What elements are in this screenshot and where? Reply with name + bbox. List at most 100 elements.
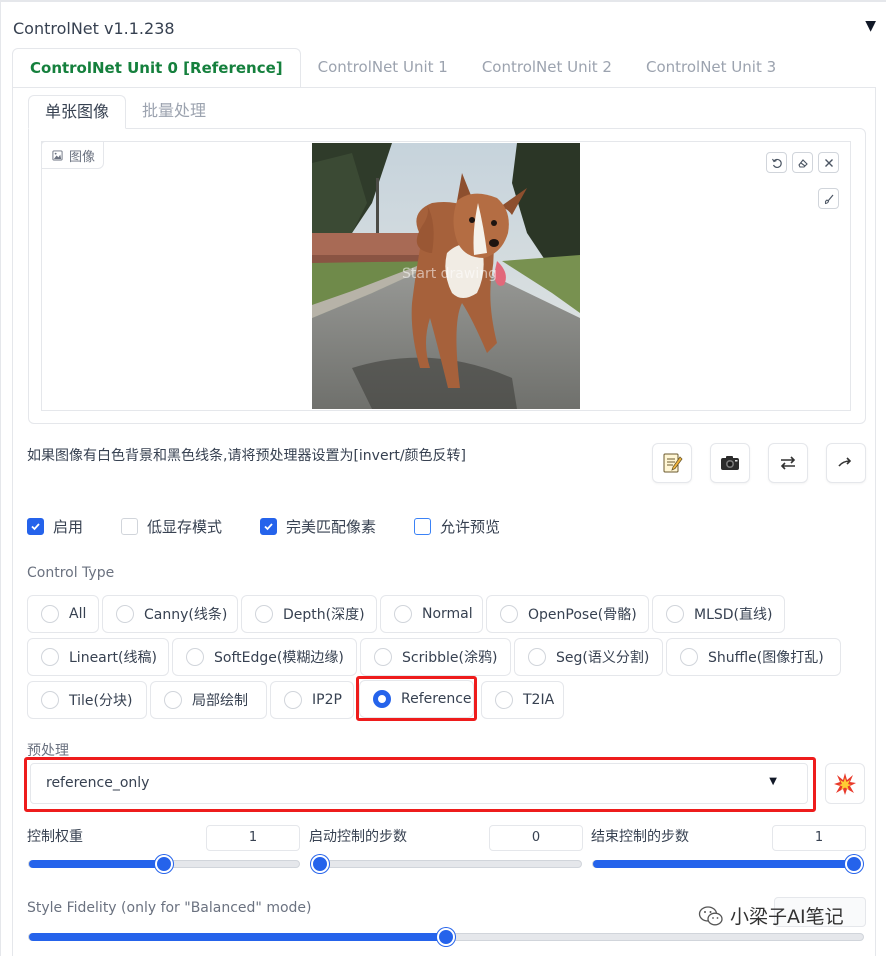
control-type-lineart[interactable]: Lineart(线稿) <box>27 638 169 676</box>
start-step-slider-thumb[interactable] <box>311 855 329 873</box>
control-type-ip2p[interactable]: IP2P <box>270 681 354 719</box>
pixel-perfect-checkbox[interactable]: 完美匹配像素 <box>260 515 376 537</box>
start-step-label: 启动控制的步数 <box>309 829 407 845</box>
radio-icon <box>164 691 182 709</box>
radio-icon <box>284 691 302 709</box>
control-type-seg[interactable]: Seg(语义分割) <box>514 638 663 676</box>
brush-icon[interactable] <box>818 188 839 209</box>
pixel-perfect-label: 完美匹配像素 <box>286 517 377 536</box>
start-step-slider[interactable] <box>310 855 582 873</box>
weight-slider[interactable] <box>28 855 300 873</box>
radio-label: Lineart(线稿) <box>69 650 157 666</box>
control-type-all[interactable]: All <box>27 595 99 633</box>
checkbox-checked-icon <box>27 517 44 535</box>
radio-label: T2IA <box>523 692 555 708</box>
radio-label: MLSD(直线) <box>694 607 773 623</box>
radio-icon <box>116 605 134 623</box>
control-type-openpose[interactable]: OpenPose(骨骼) <box>486 595 649 633</box>
panel-title: ControlNet v1.1.238 <box>13 19 175 38</box>
allow-preview-checkbox[interactable]: 允许预览 <box>414 515 500 537</box>
image-icon <box>52 149 63 161</box>
control-type-tile[interactable]: Tile(分块) <box>27 681 147 719</box>
end-step-slider[interactable] <box>592 855 864 873</box>
options-row: 启用 低显存模式 完美匹配像素 允许预览 <box>27 515 500 537</box>
control-type-softedge[interactable]: SoftEdge(模糊边缘) <box>172 638 357 676</box>
radio-icon <box>41 605 59 623</box>
tab-unit-2[interactable]: ControlNet Unit 2 <box>465 48 629 88</box>
end-step-slider-thumb[interactable] <box>845 855 863 873</box>
radio-icon <box>186 648 204 666</box>
end-step-label: 结束控制的步数 <box>591 829 689 845</box>
control-type-mlsd[interactable]: MLSD(直线) <box>652 595 785 633</box>
radio-icon <box>394 605 412 623</box>
checkbox-empty-icon <box>121 517 139 535</box>
unit-tabs: ControlNet Unit 0 [Reference] ControlNet… <box>12 48 793 88</box>
new-canvas-button[interactable] <box>652 443 692 483</box>
weight-slider-fill <box>29 860 164 868</box>
mirror-webcam-button[interactable] <box>768 443 808 483</box>
watermark: 小梁子AI笔记 <box>698 902 844 929</box>
start-step-input[interactable]: 0 <box>489 825 583 851</box>
control-type-inpaint[interactable]: 局部绘制 <box>150 681 267 719</box>
corner-arrow-icon <box>838 457 852 467</box>
eraser-icon[interactable] <box>792 152 813 173</box>
radio-label: OpenPose(骨骼) <box>528 607 637 623</box>
checkbox-checked-icon <box>260 517 278 535</box>
radio-label: IP2P <box>312 692 342 708</box>
control-type-scribble[interactable]: Scribble(涂鸦) <box>360 638 511 676</box>
enable-label: 启用 <box>53 517 84 536</box>
weight-input[interactable]: 1 <box>206 825 300 851</box>
radio-icon <box>41 648 59 666</box>
checkbox-empty-icon <box>414 517 432 535</box>
control-type-shuffle[interactable]: Shuffle(图像打乱) <box>666 638 841 676</box>
swap-arrows-icon <box>780 456 796 470</box>
radio-label: SoftEdge(模糊边缘) <box>214 650 344 666</box>
control-type-t2ia[interactable]: T2IA <box>481 681 564 719</box>
radio-label: Seg(语义分割) <box>556 650 650 666</box>
style-fidelity-slider-thumb[interactable] <box>437 928 455 946</box>
radio-label: 局部绘制 <box>192 693 248 709</box>
tab-batch[interactable]: 批量处理 <box>126 95 222 129</box>
close-icon[interactable] <box>818 152 839 173</box>
tab-unit-3[interactable]: ControlNet Unit 3 <box>629 48 793 88</box>
reference-highlight <box>356 676 477 721</box>
send-dimensions-button[interactable] <box>826 443 866 483</box>
radio-icon <box>495 691 513 709</box>
enable-checkbox[interactable]: 启用 <box>27 515 83 537</box>
radio-label: Normal <box>422 606 473 622</box>
image-label-text: 图像 <box>69 149 96 165</box>
webcam-button[interactable] <box>710 443 750 483</box>
control-type-canny[interactable]: Canny(线条) <box>102 595 238 633</box>
radio-label: Shuffle(图像打乱) <box>708 650 824 666</box>
radio-label: Depth(深度) <box>283 607 365 623</box>
explosion-icon <box>834 772 856 795</box>
lowvram-label: 低显存模式 <box>147 517 223 536</box>
image-mode-tabs: 单张图像 批量处理 <box>28 95 222 129</box>
camera-icon <box>721 456 739 470</box>
style-fidelity-slider-fill <box>29 933 446 941</box>
wechat-icon <box>698 905 723 925</box>
run-preprocessor-button[interactable] <box>825 763 865 804</box>
weight-slider-thumb[interactable] <box>155 855 173 873</box>
undo-icon[interactable] <box>766 152 787 173</box>
radio-label: All <box>69 606 87 622</box>
radio-icon <box>680 648 698 666</box>
tab-unit-1[interactable]: ControlNet Unit 1 <box>301 48 465 88</box>
preprocessor-highlight <box>24 757 816 812</box>
weight-label: 控制权重 <box>27 829 83 845</box>
memo-icon <box>663 453 683 473</box>
radio-label: Canny(线条) <box>144 607 228 623</box>
watermark-text: 小梁子AI笔记 <box>730 906 844 928</box>
tab-single-image[interactable]: 单张图像 <box>28 95 127 129</box>
collapse-triangle-icon[interactable]: ▼ <box>865 18 876 34</box>
radio-icon <box>374 648 392 666</box>
style-fidelity-slider[interactable] <box>28 928 864 946</box>
tab-unit-0[interactable]: ControlNet Unit 0 [Reference] <box>12 48 301 88</box>
control-type-normal[interactable]: Normal <box>380 595 483 633</box>
lowvram-checkbox[interactable]: 低显存模式 <box>121 515 222 537</box>
control-type-depth[interactable]: Depth(深度) <box>241 595 377 633</box>
style-fidelity-label: Style Fidelity (only for "Balanced" mode… <box>27 900 312 916</box>
end-step-input[interactable]: 1 <box>772 825 866 851</box>
radio-icon <box>500 605 518 623</box>
allow-preview-label: 允许预览 <box>440 517 501 536</box>
